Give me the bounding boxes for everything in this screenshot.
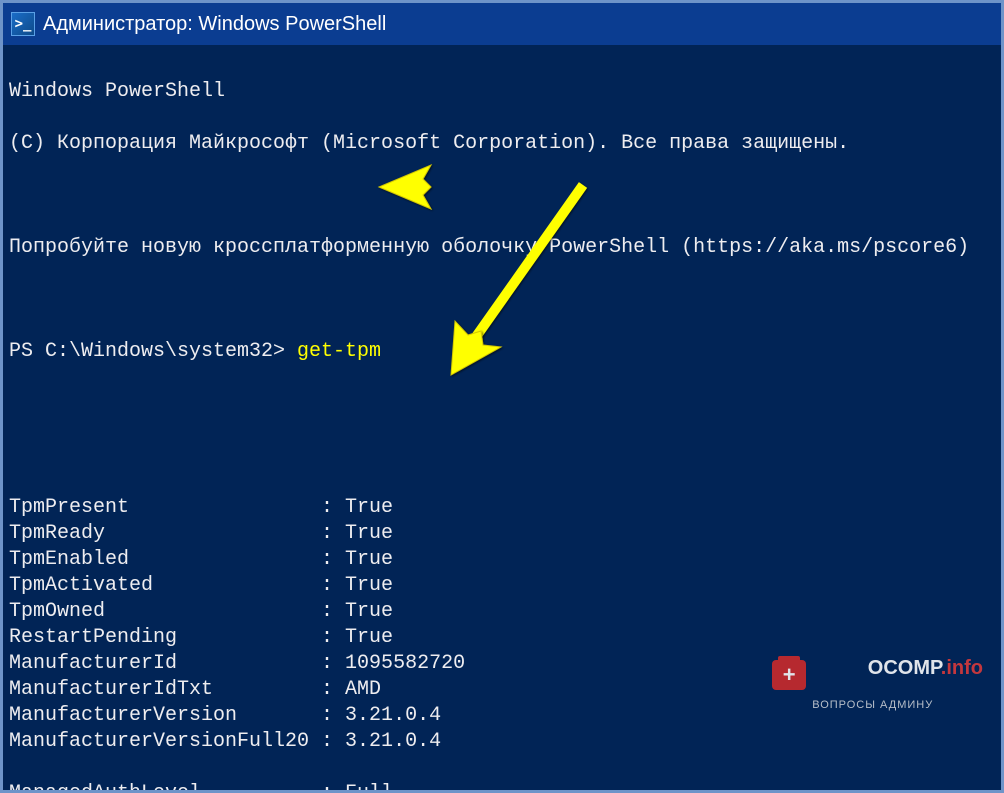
output-row: TpmOwned : True <box>9 599 995 625</box>
command-text: get-tpm <box>297 340 381 363</box>
title-bar[interactable]: >_ Администратор: Windows PowerShell <box>3 3 1001 45</box>
output-row: TpmEnabled : True <box>9 547 995 573</box>
prompt-line: PS C:\Windows\system32> get-tpm <box>9 339 995 365</box>
powershell-window: >_ Администратор: Windows PowerShell Win… <box>3 3 1001 790</box>
output-row: TpmReady : True <box>9 521 995 547</box>
try-ps-line: Попробуйте новую кроссплатформенную обол… <box>9 235 995 261</box>
output-row: TpmActivated : True <box>9 573 995 599</box>
output-row <box>9 755 995 781</box>
blank-line <box>9 391 995 417</box>
copyright-line: (C) Корпорация Майкрософт (Microsoft Cor… <box>9 131 995 157</box>
watermark-subtitle: ВОПРОСЫ АДМИНУ <box>812 700 983 712</box>
output-row: ManagedAuthLevel : Full <box>9 781 995 790</box>
window-title: Администратор: Windows PowerShell <box>43 13 386 36</box>
prompt-prefix: PS C:\Windows\system32> <box>9 340 297 363</box>
terminal-area[interactable]: Windows PowerShell (C) Корпорация Майкро… <box>3 45 1001 790</box>
blank-line <box>9 443 995 469</box>
blank-line <box>9 183 995 209</box>
output-row: ManufacturerVersionFull20 : 3.21.0.4 <box>9 729 995 755</box>
watermark-title: OCOMP.info <box>812 637 983 700</box>
blank-line <box>9 287 995 313</box>
watermark-badge-icon: + <box>772 660 806 690</box>
watermark: + OCOMP.info ВОПРОСЫ АДМИНУ <box>772 637 983 712</box>
powershell-icon: >_ <box>11 12 35 36</box>
output-row: TpmPresent : True <box>9 495 995 521</box>
banner-line: Windows PowerShell <box>9 79 995 105</box>
